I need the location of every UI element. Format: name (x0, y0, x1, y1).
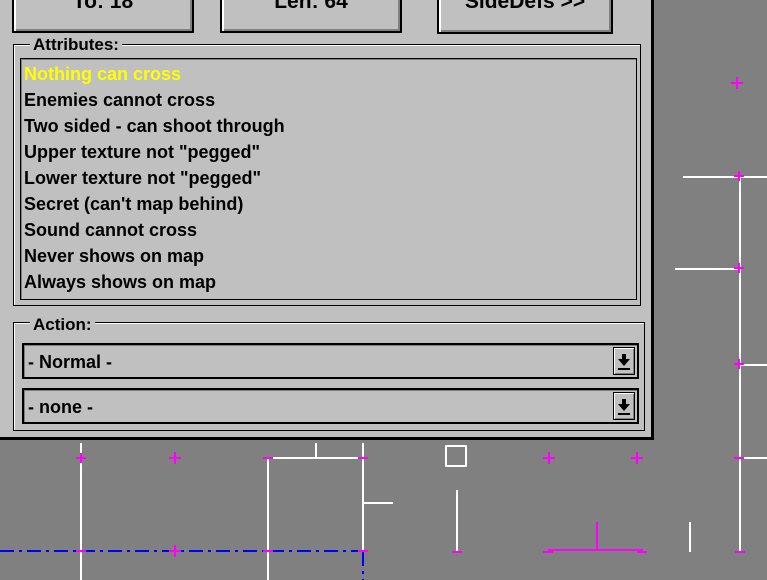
attribute-item[interactable]: Secret (can't map behind) (21, 191, 285, 217)
dropdown-arrow-icon[interactable] (613, 392, 635, 420)
action-type-select[interactable]: - Normal - (22, 343, 639, 379)
to-vertex-button[interactable]: To: 18 (12, 0, 194, 33)
attributes-items: Nothing can cross Enemies cannot cross Two… (21, 61, 285, 295)
linedef-properties-panel: To: 18 Len: 64 SideDefs >> Attributes: N… (0, 0, 654, 440)
attribute-item[interactable]: Nothing can cross (21, 61, 285, 87)
action-tag-value: - none - (28, 397, 93, 417)
attributes-list[interactable]: Nothing can cross Enemies cannot cross Two… (20, 58, 637, 300)
length-button[interactable]: Len: 64 (220, 0, 402, 33)
attributes-title: Attributes: (30, 36, 122, 54)
attribute-item[interactable]: Sound cannot cross (21, 217, 285, 243)
attribute-item[interactable]: Lower texture not "pegged" (21, 165, 285, 191)
attribute-item[interactable]: Upper texture not "pegged" (21, 139, 285, 165)
to-vertex-label: To: 18 (72, 0, 134, 13)
action-title: Action: (30, 316, 95, 334)
action-tag-select[interactable]: - none - (22, 388, 639, 424)
attribute-item[interactable]: Enemies cannot cross (21, 87, 285, 113)
dropdown-arrow-icon[interactable] (613, 347, 635, 375)
sidedefs-label: SideDefs >> (464, 0, 586, 13)
sidedefs-button[interactable]: SideDefs >> (437, 0, 613, 34)
attribute-item[interactable]: Never shows on map (21, 243, 285, 269)
length-label: Len: 64 (274, 0, 348, 13)
attribute-item[interactable]: Always shows on map (21, 269, 285, 295)
attribute-item[interactable]: Two sided - can shoot through (21, 113, 285, 139)
action-type-value: - Normal - (28, 352, 113, 372)
